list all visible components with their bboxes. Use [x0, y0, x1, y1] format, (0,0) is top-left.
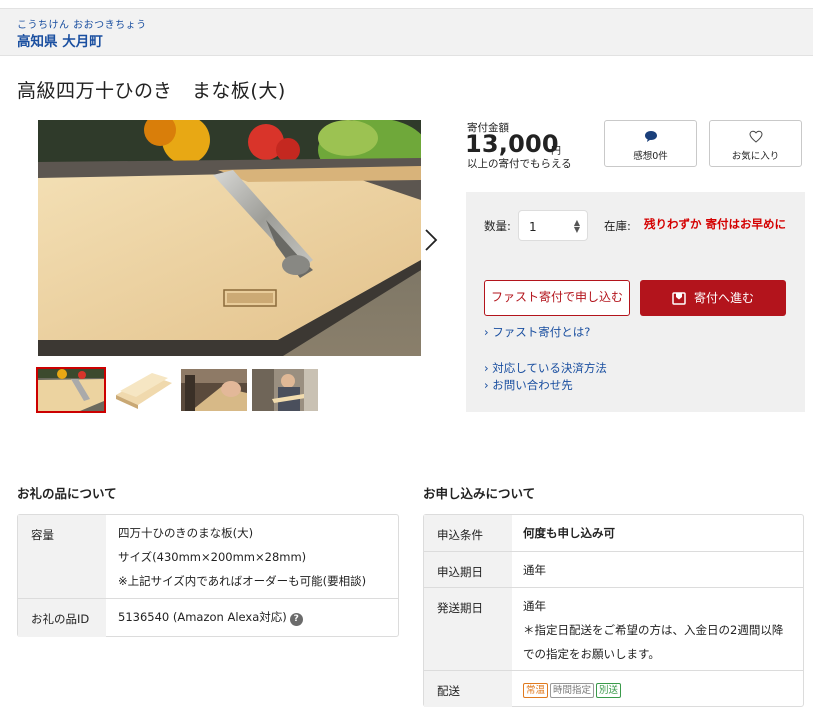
table-row: 申込期日 通年: [424, 552, 803, 588]
capacity-label: 容量: [31, 528, 54, 542]
capacity-value: 四万十ひのきのまな板(大) サイズ(430mm×200mm×28mm) ※上記サ…: [118, 521, 366, 593]
row-header: 申込期日: [424, 552, 512, 587]
capacity-line-2: サイズ(430mm×200mm×28mm): [118, 550, 307, 564]
table-row: 発送期日 通年 ＊指定日配送をご希望の方は、入金日の2週間以降 での指定をお願い…: [424, 588, 803, 671]
deadline-label: 申込期日: [437, 565, 483, 579]
row-header: 容量: [18, 515, 106, 598]
municipality-kana: こうちけん おおつきちょう: [17, 20, 147, 31]
favorite-button[interactable]: お気に入り: [709, 120, 802, 167]
tag-separate-shipping: 別送: [596, 683, 622, 698]
order-panel: 数量: 1 ▲ ▼ 在庫: 残りわずか 寄付はお早めに ファスト寄付で申し込む 寄…: [466, 192, 805, 412]
thumbnail-3[interactable]: [181, 369, 247, 411]
row-header: 発送期日: [424, 588, 512, 670]
gift-id-value: 5136540 (Amazon Alexa対応)?: [118, 605, 303, 629]
next-image-arrow[interactable]: [424, 229, 438, 251]
fast-donate-info-link[interactable]: › ファスト寄付とは?: [484, 324, 590, 340]
price-unit: 円: [551, 146, 561, 157]
municipality-name[interactable]: 高知県 大月町: [17, 30, 103, 50]
comment-icon: [644, 131, 657, 142]
payment-methods-text: 対応している決済方法: [492, 361, 607, 375]
shipping-date-line-1: 通年: [523, 599, 546, 613]
condition-value: 何度も申し込み可: [523, 526, 615, 540]
table-row: 申込条件 何度も申し込み可: [424, 515, 803, 552]
apply-info-table: 申込条件 何度も申し込み可 申込期日 通年 発送期日 通年 ＊指定日配送をご希望…: [423, 514, 804, 707]
quantity-value: 1: [529, 220, 537, 234]
donate-button[interactable]: 寄付へ進む: [640, 280, 786, 316]
apply-section-title: お申し込みについて: [423, 486, 536, 501]
contact-link[interactable]: › お問い合わせ先: [484, 377, 573, 393]
price-amount: 13,000: [465, 130, 559, 158]
fast-donate-button[interactable]: ファスト寄付で申し込む: [484, 280, 630, 316]
row-header: お礼の品ID: [18, 599, 106, 637]
row-header: 申込条件: [424, 515, 512, 551]
fast-donate-info-text: ファスト寄付とは?: [492, 325, 591, 339]
favorite-label: お気に入り: [731, 151, 780, 162]
stock-label: 在庫:: [604, 219, 631, 233]
help-icon[interactable]: ?: [289, 613, 303, 626]
gift-id-label: お礼の品ID: [31, 612, 90, 626]
delivery-tags: 常温 時間指定 別送: [523, 677, 623, 701]
thumbnail-4[interactable]: [252, 369, 318, 411]
tag-time-specified: 時間指定: [550, 683, 595, 698]
table-row: お礼の品ID 5136540 (Amazon Alexa対応)?: [18, 599, 398, 637]
product-title: 高級四万十ひのき まな板(大): [17, 80, 286, 102]
capacity-line-3: ※上記サイズ内であればオーダーも可能(要相談): [118, 574, 367, 588]
heart-icon: [748, 130, 763, 143]
product-main-image[interactable]: [38, 120, 421, 356]
contact-text: お問い合わせ先: [492, 378, 573, 392]
deadline-value: 通年: [523, 563, 546, 577]
price-note: 以上の寄付でもらえる: [467, 158, 572, 170]
top-bar: [0, 0, 813, 8]
thumbnail-1[interactable]: [36, 367, 106, 413]
donate-button-label: 寄付へ進む: [693, 291, 754, 305]
quantity-label: 数量:: [484, 219, 511, 233]
reviews-label: 感想0件: [633, 151, 668, 162]
shipping-date-label: 発送期日: [437, 601, 483, 615]
reviews-button[interactable]: 感想0件: [604, 120, 697, 167]
cart-box-icon: [672, 292, 686, 305]
table-row: 配送 常温 時間指定 別送: [424, 671, 803, 707]
select-arrows-icon: ▲ ▼: [573, 218, 580, 234]
tag-normal-temp: 常温: [523, 683, 549, 698]
payment-methods-link[interactable]: › 対応している決済方法: [484, 360, 607, 376]
shipping-date-line-3: での指定をお願いします。: [523, 647, 660, 661]
row-header: 配送: [424, 671, 512, 707]
condition-label: 申込条件: [437, 528, 483, 542]
shipping-date-value: 通年 ＊指定日配送をご希望の方は、入金日の2週間以降 での指定をお願いします。: [523, 594, 783, 666]
municipality-header: こうちけん おおつきちょう 高知県 大月町: [0, 8, 813, 56]
delivery-label: 配送: [437, 684, 460, 698]
capacity-line-1: 四万十ひのきのまな板(大): [118, 526, 254, 540]
quantity-select[interactable]: 1 ▲ ▼: [518, 210, 588, 241]
shipping-date-line-2: ＊指定日配送をご希望の方は、入金日の2週間以降: [523, 623, 784, 637]
gift-info-table: 容量 四万十ひのきのまな板(大) サイズ(430mm×200mm×28mm) ※…: [17, 514, 399, 637]
thumbnail-2[interactable]: [110, 369, 176, 411]
gift-id-text: 5136540 (Amazon Alexa対応): [118, 610, 287, 624]
gift-section-title: お礼の品について: [17, 486, 117, 501]
table-row: 容量 四万十ひのきのまな板(大) サイズ(430mm×200mm×28mm) ※…: [18, 515, 398, 599]
stock-status: 残りわずか 寄付はお早めに: [644, 217, 787, 231]
